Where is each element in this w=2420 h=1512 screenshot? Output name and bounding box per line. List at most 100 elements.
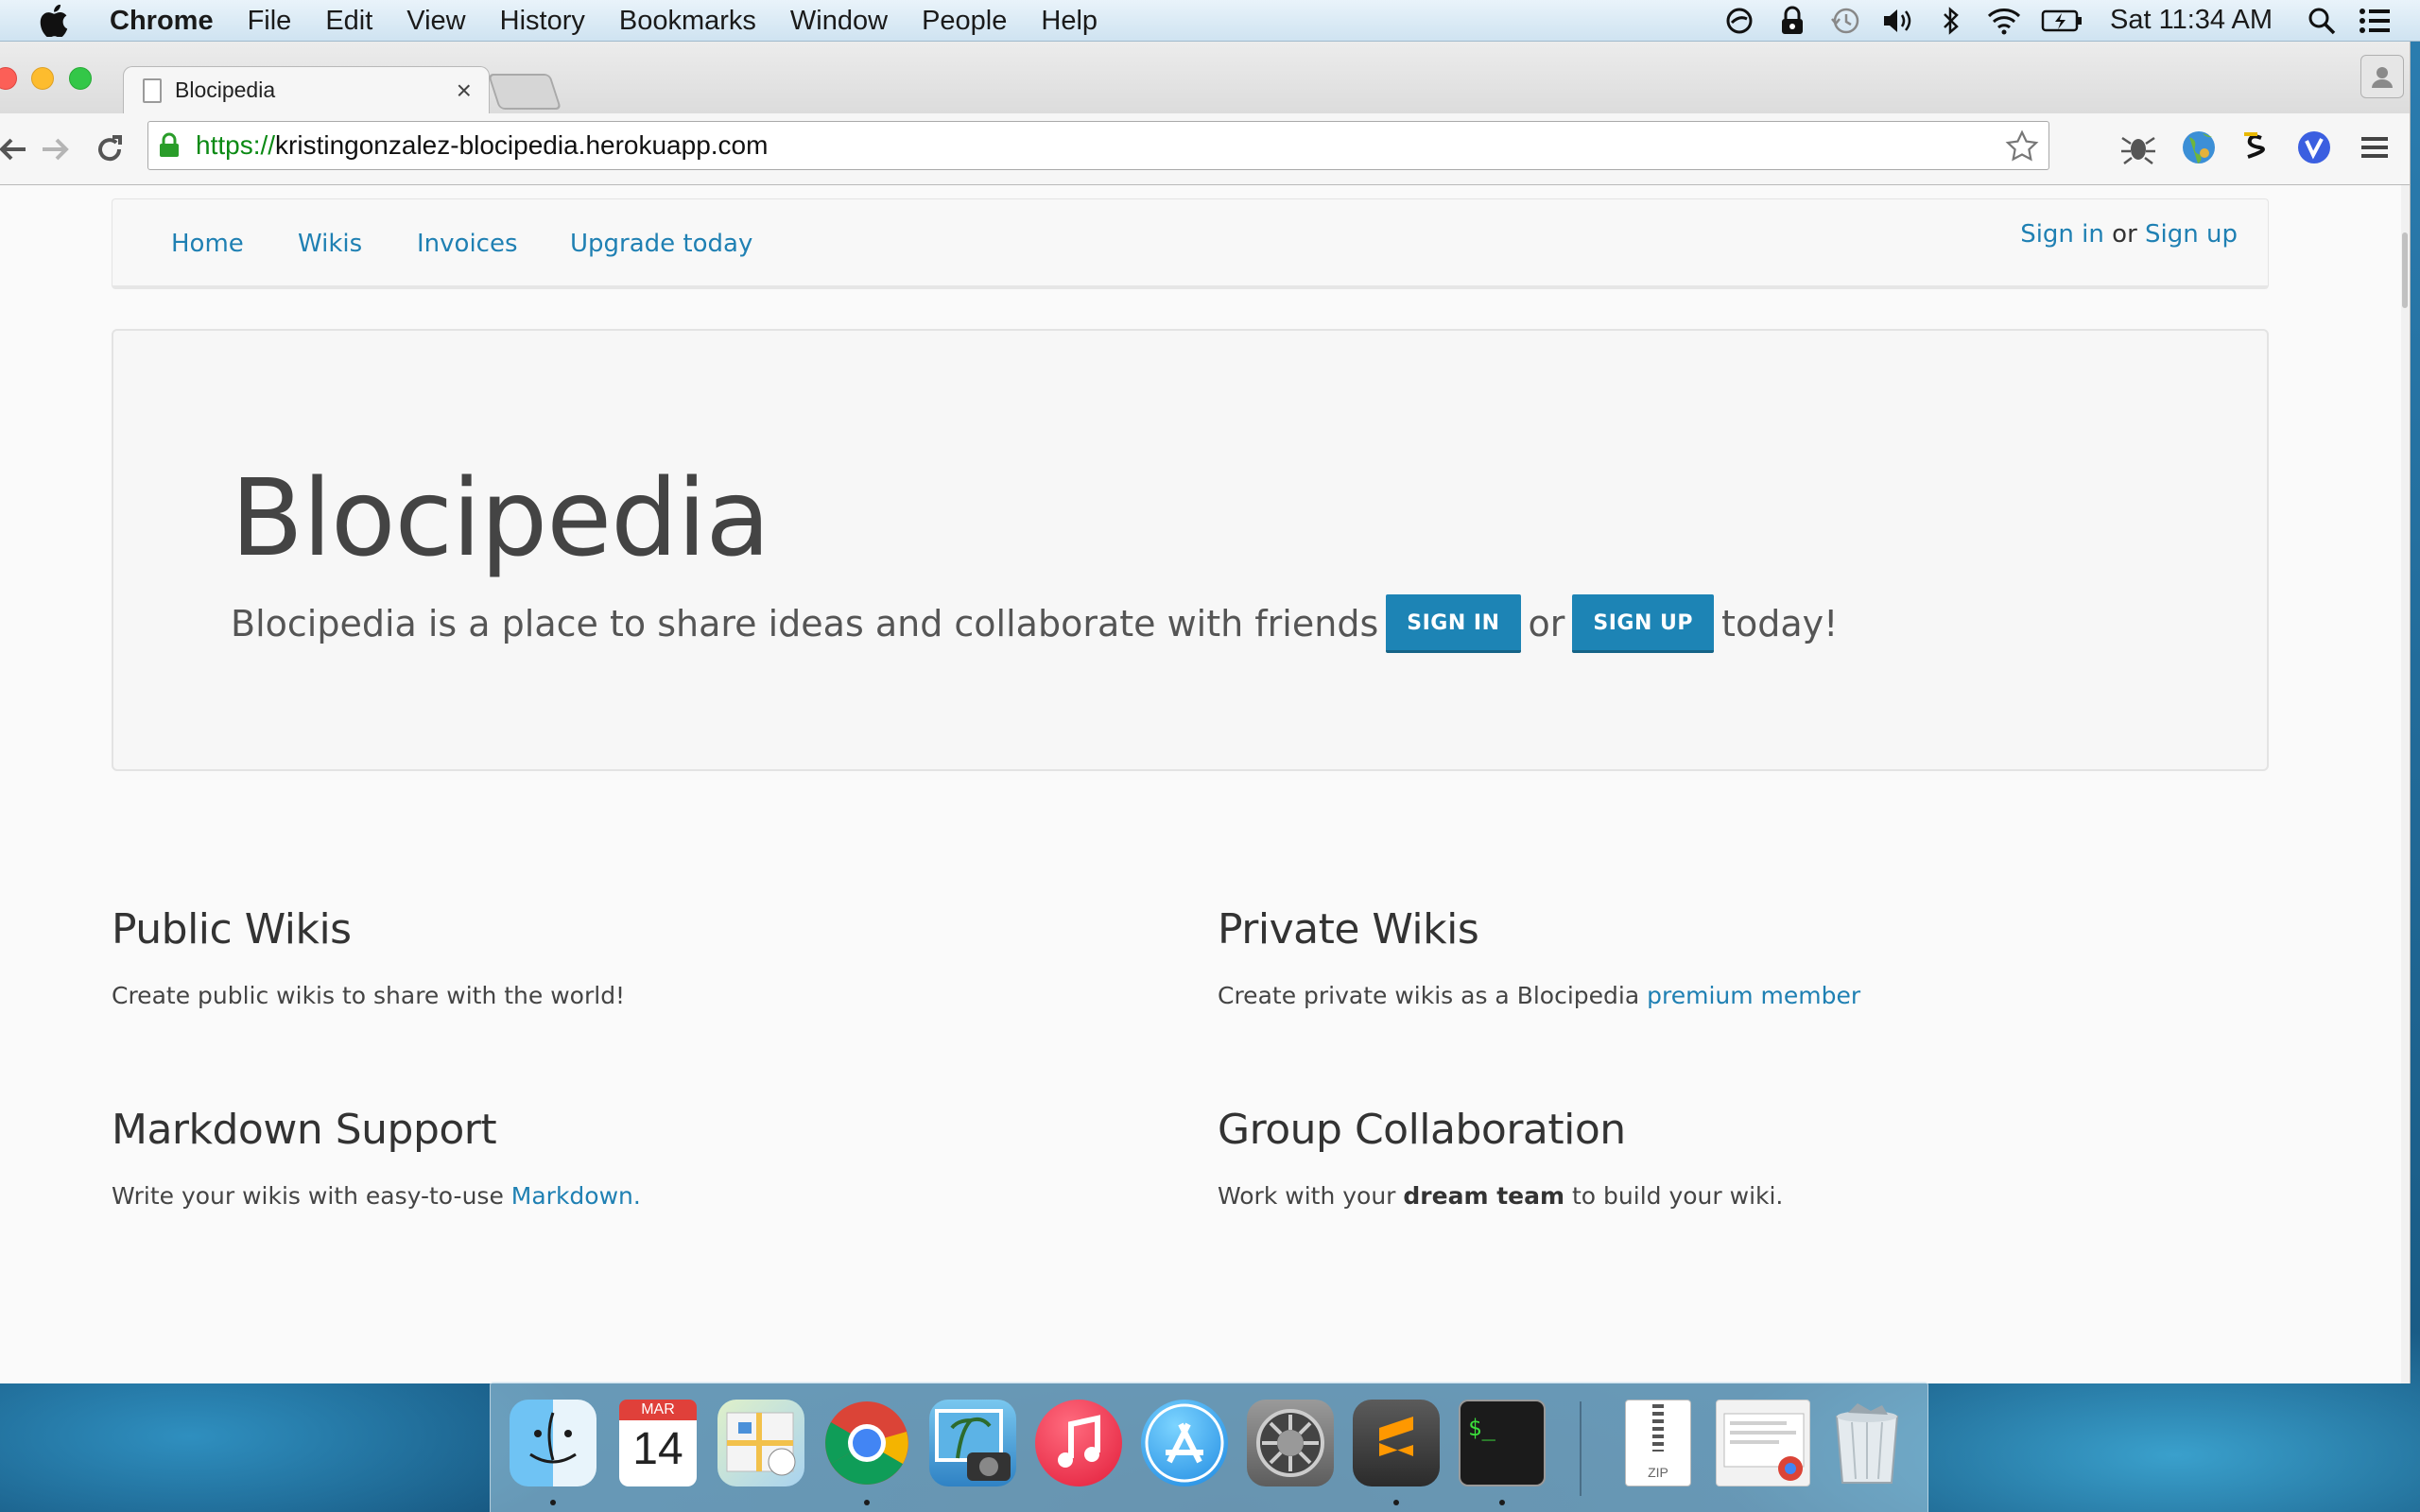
chrome-running-dot — [864, 1500, 870, 1505]
hero-lead-text: Blocipedia is a place to share ideas and… — [231, 603, 1379, 644]
bookmark-star-icon[interactable] — [2005, 129, 2039, 170]
feature-text: Work with your dream team to build your … — [1218, 1182, 2257, 1210]
zip-file-icon[interactable]: ZIP — [1625, 1400, 1691, 1486]
sublime-running-dot — [1393, 1500, 1399, 1505]
feature-text: Create public wikis to share with the wo… — [112, 982, 626, 1009]
calendar-month: MAR — [619, 1400, 697, 1420]
feature-markdown-support: Markdown Support Write your wikis with e… — [112, 1106, 1151, 1210]
menu-bookmarks[interactable]: Bookmarks — [602, 0, 773, 42]
feature-text-after: to build your wiki. — [1564, 1182, 1784, 1210]
hero-sign-up-button[interactable]: SIGN UP — [1572, 594, 1715, 653]
bluetooth-icon[interactable] — [1934, 4, 1968, 38]
close-window-button[interactable] — [0, 67, 17, 90]
markdown-link[interactable]: Markdown. — [511, 1182, 641, 1210]
feature-group-collaboration: Group Collaboration Work with your dream… — [1218, 1106, 2257, 1210]
hero-title: Blocipedia — [231, 457, 770, 580]
forward-button[interactable] — [36, 130, 74, 168]
menu-edit[interactable]: Edit — [308, 0, 389, 42]
wifi-icon[interactable] — [1987, 4, 2021, 38]
browser-toolbar: https:// kristingonzalez-blocipedia.hero… — [0, 113, 2410, 185]
menu-file[interactable]: File — [231, 0, 309, 42]
menu-view[interactable]: View — [389, 0, 482, 42]
new-tab-button[interactable] — [487, 74, 562, 110]
volume-icon[interactable] — [1881, 4, 1915, 38]
auth-links: Sign in or Sign up — [2020, 220, 2238, 249]
finder-icon[interactable] — [510, 1400, 596, 1486]
tab-strip: Blocipedia × — [0, 42, 2410, 113]
s-extension-icon[interactable] — [2235, 127, 2276, 168]
apple-menu-icon[interactable] — [34, 0, 74, 42]
scrollbar-thumb[interactable] — [2402, 232, 2408, 308]
calendar-day: 14 — [632, 1424, 683, 1474]
address-bar[interactable]: https:// kristingonzalez-blocipedia.hero… — [147, 121, 2049, 170]
secure-lock-icon — [158, 132, 182, 159]
feature-text: Write your wikis with easy-to-use Markdo… — [112, 1182, 1151, 1210]
web-page: Home Wikis Invoices Upgrade today Sign i… — [0, 185, 2401, 1383]
finder-running-dot — [550, 1500, 556, 1505]
sync-icon[interactable] — [1722, 4, 1756, 38]
nav-upgrade-link[interactable]: Upgrade today — [570, 230, 752, 258]
hero-sign-in-button[interactable]: SIGN IN — [1386, 594, 1521, 653]
menu-window[interactable]: Window — [773, 0, 905, 42]
nav-sign-in-link[interactable]: Sign in — [2020, 220, 2104, 249]
zipper-graphic — [1652, 1404, 1664, 1452]
feature-text: Create private wikis as a Blocipedia pre… — [1218, 982, 2257, 1009]
terminal-running-dot — [1499, 1500, 1505, 1505]
mac-dock: MAR 14 $_ ZIP — [490, 1382, 1928, 1512]
tab-blocipedia[interactable]: Blocipedia × — [123, 66, 490, 113]
battery-icon[interactable] — [2040, 4, 2083, 38]
sublime-text-icon[interactable] — [1353, 1400, 1440, 1486]
nav-invoices-link[interactable]: Invoices — [417, 230, 518, 258]
menubar-clock[interactable]: Sat 11:34 AM — [2110, 5, 2273, 36]
notification-center-icon[interactable] — [2358, 4, 2392, 38]
nav-home-link[interactable]: Home — [171, 230, 244, 258]
reload-button[interactable] — [91, 130, 129, 168]
menu-people[interactable]: People — [905, 0, 1024, 42]
premium-member-link[interactable]: premium member — [1647, 982, 1860, 1009]
back-button[interactable] — [0, 130, 32, 168]
app-store-icon[interactable] — [1141, 1400, 1228, 1486]
feature-public-wikis: Public Wikis Create public wikis to shar… — [112, 905, 1151, 1009]
hero-today-text: today! — [1721, 603, 1839, 644]
calendar-icon[interactable]: MAR 14 — [619, 1400, 697, 1486]
menu-app-name[interactable]: Chrome — [102, 0, 231, 42]
iphoto-icon[interactable] — [929, 1400, 1016, 1486]
dock-separator — [1580, 1401, 1582, 1496]
mac-menu-bar: Chrome File Edit View History Bookmarks … — [0, 0, 2420, 42]
feature-title: Markdown Support — [112, 1106, 497, 1154]
terminal-icon[interactable]: $_ — [1459, 1400, 1546, 1486]
globe-extension-icon[interactable] — [2178, 127, 2220, 168]
menu-history[interactable]: History — [483, 0, 602, 42]
hero-or-text: or — [1528, 603, 1565, 644]
feature-text-body: Write your wikis with easy-to-use — [112, 1182, 511, 1210]
v-extension-icon[interactable] — [2293, 127, 2335, 168]
zip-label: ZIP — [1648, 1465, 1668, 1480]
page-scrollbar[interactable] — [2400, 185, 2410, 1383]
minimize-window-button[interactable] — [31, 67, 54, 90]
nav-sign-up-link[interactable]: Sign up — [2145, 220, 2238, 249]
nav-wikis-link[interactable]: Wikis — [298, 230, 362, 258]
maps-icon[interactable] — [717, 1400, 804, 1486]
menu-help[interactable]: Help — [1024, 0, 1115, 42]
feature-title: Group Collaboration — [1218, 1106, 1626, 1154]
system-preferences-icon[interactable] — [1247, 1400, 1334, 1486]
bug-extension-icon[interactable] — [2118, 127, 2159, 168]
svg-text:$_: $_ — [1468, 1415, 1495, 1441]
spotlight-icon[interactable] — [2305, 4, 2339, 38]
time-machine-icon[interactable] — [1828, 4, 1862, 38]
downloads-stack-icon[interactable] — [1716, 1400, 1810, 1486]
profile-button[interactable] — [2360, 55, 2404, 98]
feature-title: Public Wikis — [112, 905, 352, 954]
chrome-icon[interactable] — [823, 1400, 910, 1486]
feature-text-before: Work with your — [1218, 1182, 1404, 1210]
feature-text-bold: dream team — [1403, 1182, 1565, 1210]
zoom-window-button[interactable] — [69, 67, 92, 90]
tab-title: Blocipedia — [175, 77, 276, 102]
lock-icon[interactable] — [1775, 4, 1809, 38]
page-icon — [143, 77, 162, 103]
url-host: kristingonzalez-blocipedia.herokuapp.com — [275, 130, 769, 160]
chrome-menu-icon[interactable] — [2354, 127, 2395, 168]
itunes-icon[interactable] — [1035, 1400, 1122, 1486]
trash-icon[interactable] — [1827, 1400, 1907, 1486]
close-tab-icon[interactable]: × — [457, 76, 472, 106]
